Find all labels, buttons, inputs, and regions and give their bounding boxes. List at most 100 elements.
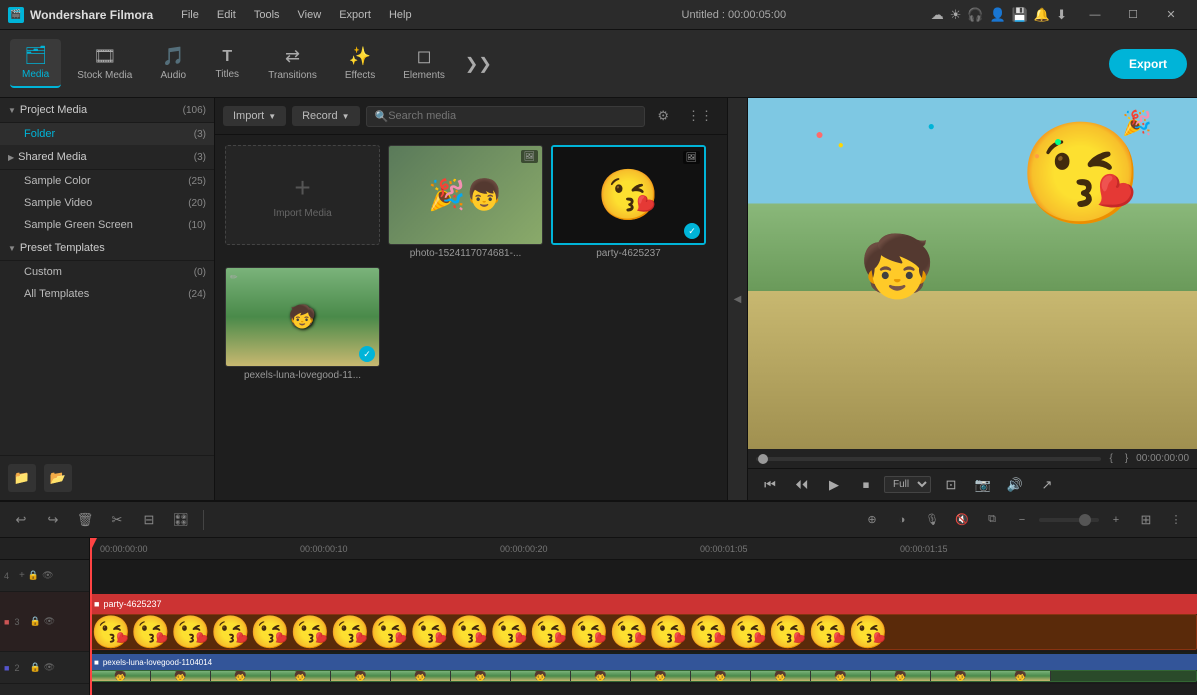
download-icon[interactable]: ⬇ xyxy=(1056,7,1067,23)
sidebar-item-all-templates[interactable]: All Templates (24) xyxy=(0,283,214,305)
zoom-track[interactable] xyxy=(1039,518,1099,522)
cut-button[interactable]: ✂ xyxy=(104,507,130,533)
fullscreen-button[interactable]: ⊡ xyxy=(937,471,965,499)
pexels-thumb: ✏ 🧒 ✓ xyxy=(225,267,380,367)
add-track-icon[interactable]: + xyxy=(19,570,25,581)
pip-button[interactable]: ⧉ xyxy=(979,507,1005,533)
track-2-clip-label: pexels-luna-lovegood-1104014 xyxy=(103,658,212,667)
notif-icon[interactable]: 🔔 xyxy=(1034,7,1050,23)
voiceover-button[interactable]: 🎙 xyxy=(919,507,945,533)
import-button[interactable]: Import ▼ xyxy=(223,106,286,126)
preset-templates-header[interactable]: ▼ Preset Templates xyxy=(0,236,214,261)
cloud-icon[interactable]: ☁ xyxy=(931,7,944,23)
record-button[interactable]: Record ▼ xyxy=(292,106,359,126)
redo-button[interactable]: ↪ xyxy=(40,507,66,533)
menu-file[interactable]: File xyxy=(173,7,207,23)
toolbar-separator xyxy=(203,510,204,530)
tool-stock-media[interactable]: 🎞 Stock Media xyxy=(65,40,144,87)
track-2-lock[interactable]: 🔒 xyxy=(29,662,40,673)
video-frame-16: 🧒 xyxy=(991,671,1051,681)
zoom-thumb[interactable] xyxy=(1079,514,1091,526)
menu-bar: File Edit Tools View Export Help xyxy=(173,7,547,23)
save-icon[interactable]: 💾 xyxy=(1012,7,1028,23)
go-to-start-button[interactable]: ⏮ xyxy=(756,471,784,499)
sun-icon[interactable]: ☀ xyxy=(950,7,962,23)
tool-titles[interactable]: T Titles xyxy=(202,42,252,86)
audio-adjust-button[interactable]: 🎛 xyxy=(168,507,194,533)
main-toolbar: 🗂 Media 🎞 Stock Media 🎵 Audio T Titles ⇄… xyxy=(0,30,1197,98)
tool-elements[interactable]: ◻ Elements xyxy=(391,40,457,87)
undo-button[interactable]: ↩ xyxy=(8,507,34,533)
media-item-pexels[interactable]: ✏ 🧒 ✓ pexels-luna-lovegood-11... xyxy=(225,267,380,381)
menu-tools[interactable]: Tools xyxy=(246,7,288,23)
scrubber-track[interactable] xyxy=(756,457,1101,461)
expand-button[interactable]: ↗ xyxy=(1033,471,1061,499)
in-point-label: { xyxy=(1109,453,1112,464)
user-icon[interactable]: 👤 xyxy=(990,7,1006,23)
play-button[interactable]: ▶ xyxy=(820,471,848,499)
step-back-button[interactable]: ⏴⏴ xyxy=(788,471,816,499)
tool-transitions[interactable]: ⇄ Transitions xyxy=(256,40,329,87)
custom-count: (0) xyxy=(194,267,206,278)
track-3-clip[interactable]: 😘 😘 😘 😘 😘 😘 😘 😘 😘 😘 😘 😘 😘 😘 xyxy=(90,614,1197,650)
mask-button[interactable]: ◑ xyxy=(889,507,915,533)
screenshot-button[interactable]: 📷 xyxy=(969,471,997,499)
import-media-placeholder[interactable]: + Import Media xyxy=(225,145,380,259)
zoom-out-button[interactable]: − xyxy=(1009,507,1035,533)
stop-button[interactable]: ⏹ xyxy=(852,471,880,499)
sidebar-item-folder[interactable]: Folder (3) xyxy=(0,123,214,145)
tool-media[interactable]: 🗂 Media xyxy=(10,39,61,88)
menu-help[interactable]: Help xyxy=(381,7,420,23)
sidebar-item-sample-video[interactable]: Sample Video (20) xyxy=(0,192,214,214)
ruler: 00:00:00:00 00:00:00:10 00:00:00:20 00:0… xyxy=(90,538,1197,560)
shared-media-header[interactable]: ▶ Shared Media (3) xyxy=(0,145,214,170)
menu-export[interactable]: Export xyxy=(331,7,379,23)
track-2-clip[interactable]: 🧒 🧒 🧒 🧒 🧒 🧒 🧒 🧒 🧒 🧒 🧒 🧒 🧒 🧒 xyxy=(90,670,1197,682)
close-button[interactable]: ✕ xyxy=(1153,1,1189,29)
track-4-lock[interactable]: 🔒 xyxy=(28,570,39,581)
sidebar-item-custom[interactable]: Custom (0) xyxy=(0,261,214,283)
track-4-vis[interactable]: 👁 xyxy=(42,570,53,581)
filter-button[interactable]: ⚙ xyxy=(651,104,675,128)
export-button[interactable]: Export xyxy=(1109,49,1187,79)
new-folder-button[interactable]: 📂 xyxy=(44,464,72,492)
project-media-header[interactable]: ▼ Project Media (106) xyxy=(0,98,214,123)
track-2-vis[interactable]: 👁 xyxy=(44,662,55,673)
tool-effects[interactable]: ✨ Effects xyxy=(333,40,387,87)
collapse-panel-button[interactable]: ◀ xyxy=(727,98,747,500)
maximize-button[interactable]: ☐ xyxy=(1115,1,1151,29)
video-frame-4: 🧒 xyxy=(271,671,331,681)
adjust-button[interactable]: ⊟ xyxy=(136,507,162,533)
sidebar-item-sample-green-screen[interactable]: Sample Green Screen (10) xyxy=(0,214,214,236)
volume-button[interactable]: 🔊 xyxy=(1001,471,1029,499)
photo-name: photo-1524117074681-... xyxy=(388,248,543,259)
more-button[interactable]: ⋮ xyxy=(1163,507,1189,533)
tool-audio[interactable]: 🎵 Audio xyxy=(148,40,198,87)
more-tools-button[interactable]: ❯❯ xyxy=(461,50,496,78)
zoom-in-button[interactable]: + xyxy=(1103,507,1129,533)
silent-button[interactable]: 🔇 xyxy=(949,507,975,533)
grid-view-button[interactable]: ⋮⋮ xyxy=(681,104,719,128)
sidebar: ▼ Project Media (106) Folder (3) ▶ Share… xyxy=(0,98,215,500)
track-3-vis[interactable]: 👁 xyxy=(44,616,55,627)
delete-button[interactable]: 🗑 xyxy=(72,507,98,533)
menu-edit[interactable]: Edit xyxy=(209,7,244,23)
headphone-icon[interactable]: 🎧 xyxy=(967,7,983,23)
video-frame-5: 🧒 xyxy=(331,671,391,681)
add-folder-button[interactable]: 📁 xyxy=(8,464,36,492)
media-icon: 🗂 xyxy=(24,45,47,66)
track-3-lock[interactable]: 🔒 xyxy=(29,616,40,627)
media-item-party[interactable]: 🖼 😘 ✓ party-4625237 xyxy=(551,145,706,259)
media-area: Import ▼ Record ▼ 🔍 ⚙ ⋮⋮ + xyxy=(215,98,747,500)
search-input[interactable] xyxy=(388,110,636,122)
media-item-photo[interactable]: 🖼 🎉👦 photo-1524117074681-... xyxy=(388,145,543,259)
scrubber-thumb[interactable] xyxy=(758,454,768,464)
minimize-button[interactable]: — xyxy=(1077,1,1113,29)
motion-track-button[interactable]: ⊕ xyxy=(859,507,885,533)
quality-select[interactable]: Full xyxy=(884,476,931,493)
track-3-num: 3 xyxy=(14,617,26,627)
menu-view[interactable]: View xyxy=(290,7,330,23)
video-frame-9: 🧒 xyxy=(571,671,631,681)
sidebar-item-sample-color[interactable]: Sample Color (25) xyxy=(0,170,214,192)
add-track-button[interactable]: ⊞ xyxy=(1133,507,1159,533)
